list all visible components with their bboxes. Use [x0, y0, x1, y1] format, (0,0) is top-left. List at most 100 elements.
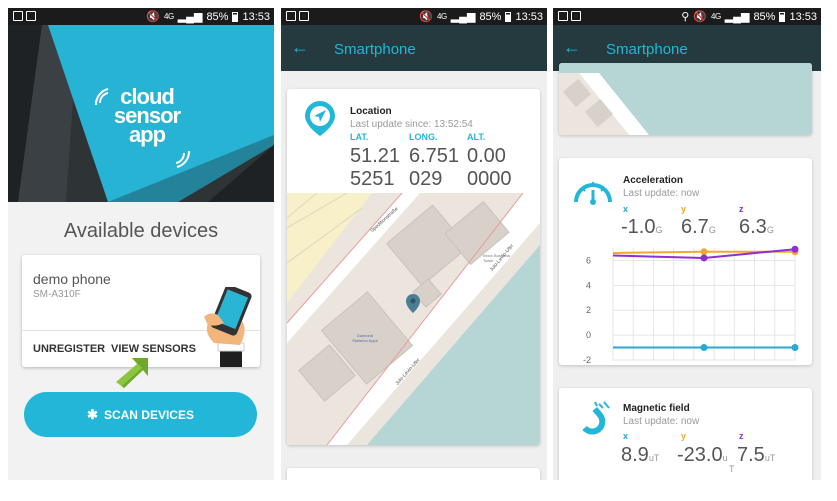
status-bar: 🔇 4G ▂▄▆ 85% 13:53 — [281, 8, 547, 25]
gallery-icon — [558, 11, 568, 21]
acceleration-card: Acceleration Last update: now x y z -1.0… — [559, 158, 812, 365]
network-type: 4G — [164, 12, 174, 21]
y-tick-label: 4 — [586, 280, 591, 290]
acceleration-chart: 6 4 2 0 -2 — [583, 245, 799, 365]
magnetic-title: Magnetic field — [623, 403, 690, 414]
mute-icon: 🔇 — [146, 11, 161, 23]
unregister-button[interactable]: UNREGISTER — [33, 343, 105, 355]
battery-icon — [779, 11, 786, 22]
screen-location: 🔇 4G ▂▄▆ 85% 13:53 ← Smartphone Location… — [281, 8, 547, 480]
y-tick-label: -2 — [583, 355, 591, 365]
accel-x-value: -1.0G — [621, 216, 662, 242]
magnetic-card: Magnetic field Last update: now x y z 8.… — [559, 388, 812, 480]
available-devices-title: Available devices — [63, 220, 219, 242]
signal-icon: ▂▄▆ — [724, 11, 750, 23]
data-point — [700, 344, 708, 352]
altitude-value: 0.00 0000 — [467, 145, 512, 191]
battery-icon — [232, 11, 239, 22]
device-model: SM-A310F — [33, 289, 81, 300]
latitude-value: 51.21 5251 — [350, 145, 400, 191]
accel-z-number: 6.3 — [739, 216, 767, 238]
accel-y-number: 6.7 — [681, 216, 709, 238]
x-axis-label: x — [623, 204, 629, 214]
status-bar: 🔇 4G ▂▄▆ 85% 13:53 — [8, 8, 274, 25]
location-pin-icon: ⚲ — [681, 11, 690, 23]
accel-unit: G — [708, 225, 716, 235]
poi-label: Daimond Skeleton Apps — [352, 333, 378, 343]
battery-percent: 85% — [479, 10, 502, 23]
back-arrow-icon[interactable]: ← — [291, 37, 309, 58]
gallery-icon — [13, 11, 23, 21]
notification-icon — [299, 11, 309, 21]
pointer-arrow-icon — [116, 358, 148, 388]
accel-x-number: -1.0 — [621, 216, 656, 238]
mag-z-number: 7.5 — [737, 444, 765, 466]
next-card — [287, 468, 540, 480]
data-point — [791, 344, 799, 352]
acceleration-title: Acceleration — [623, 175, 684, 186]
screen-sensors: ⚲ 🔇 4G ▂▄▆ 85% 13:53 ← Smartphone Accele… — [553, 8, 821, 480]
magnetic-last-update: Last update: now — [623, 416, 700, 427]
mag-unit-wrap: T — [729, 464, 735, 474]
magnet-icon — [582, 401, 610, 435]
mag-z-value: 7.5uT — [737, 444, 775, 470]
data-point — [700, 248, 708, 256]
acceleration-last-update: Last update: now — [623, 188, 700, 199]
mute-icon: 🔇 — [693, 11, 708, 23]
mag-y-value: -23.0u — [677, 444, 728, 470]
signal-icon: ▂▄▆ — [177, 11, 203, 23]
accel-z-value: 6.3G — [739, 216, 774, 242]
z-axis-label: z — [739, 204, 744, 214]
y-axis-label: y — [681, 431, 687, 441]
battery-icon — [505, 11, 512, 22]
status-bar: ⚲ 🔇 4G ▂▄▆ 85% 13:53 — [553, 8, 821, 25]
mute-icon: 🔇 — [419, 11, 434, 23]
location-map[interactable]: Speditionstraße Julo-Levin-Ufer Julo-Lev… — [287, 193, 540, 445]
accel-y-value: 6.7G — [681, 216, 716, 242]
network-type: 4G — [711, 12, 721, 21]
location-icon — [305, 101, 335, 136]
screen-device-list: 🔇 4G ▂▄▆ 85% 13:53 cloud sensor app Avai… — [8, 8, 274, 480]
alt-label: ALT. — [467, 132, 486, 142]
bluetooth-icon: ✱ — [87, 406, 98, 422]
accel-unit: G — [766, 225, 774, 235]
mag-unit: uT — [648, 453, 660, 463]
speedometer-icon — [574, 182, 612, 205]
mag-x-number: 8.9 — [621, 444, 649, 466]
longitude-value: 6.751 029 — [409, 145, 459, 191]
z-axis-label: z — [739, 431, 744, 441]
app-logo: cloud sensor app — [102, 86, 192, 146]
location-last-update: Last update since: 13:52:54 — [350, 119, 473, 130]
clock: 13:53 — [515, 10, 543, 23]
device-name: demo phone — [33, 271, 111, 287]
signal-icon: ▂▄▆ — [450, 11, 476, 23]
view-sensors-button[interactable]: VIEW SENSORS — [111, 343, 196, 355]
altitude-line-1: 0.00 — [467, 145, 506, 167]
mag-x-value: 8.9uT — [621, 444, 659, 470]
x-axis-label: x — [623, 431, 629, 441]
location-map-card — [559, 63, 812, 135]
app-bar-title: Smartphone — [606, 41, 688, 58]
battery-percent: 85% — [206, 10, 229, 23]
network-type: 4G — [437, 12, 447, 21]
device-card[interactable]: demo phone SM-A310F UNREGISTER VIEW SENS… — [22, 255, 260, 367]
scan-devices-button[interactable]: ✱ SCAN DEVICES — [24, 392, 257, 437]
location-card: Location Last update since: 13:52:54 LAT… — [287, 89, 540, 445]
latitude-line-2: 5251 — [350, 168, 395, 190]
mag-unit: uT — [764, 453, 776, 463]
hand-phone-illustration — [204, 287, 252, 367]
y-tick-label: 6 — [586, 255, 591, 265]
lat-label: LAT. — [350, 132, 369, 142]
back-arrow-icon[interactable]: ← — [563, 37, 581, 58]
map-graphic — [287, 193, 540, 445]
altitude-line-2: 0000 — [467, 168, 512, 190]
long-label: LONG. — [409, 132, 438, 142]
map-graphic — [559, 63, 812, 135]
mag-y-number: -23.0 — [677, 444, 723, 466]
y-axis-label: y — [681, 204, 687, 214]
longitude-line-2: 029 — [409, 168, 443, 190]
app-bar: ← Smartphone — [281, 25, 547, 71]
latitude-line-1: 51.21 — [350, 145, 401, 167]
notification-icon — [571, 11, 581, 21]
scan-devices-label: SCAN DEVICES — [103, 407, 194, 422]
